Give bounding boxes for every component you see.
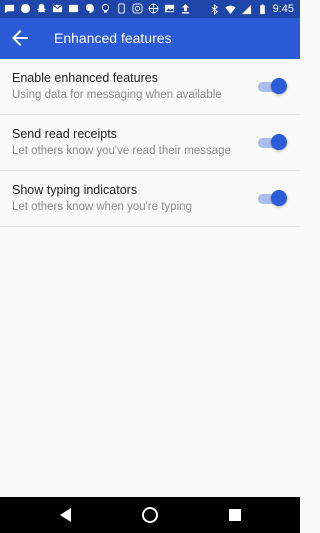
signal-icon — [241, 4, 252, 15]
snapchat-icon — [36, 3, 47, 14]
enable-enhanced-features-toggle[interactable] — [258, 78, 287, 96]
nav-home-icon — [142, 507, 158, 523]
messenger-icon — [20, 3, 31, 14]
toggle-thumb — [271, 190, 287, 206]
navigation-bar — [0, 497, 300, 533]
app-bar: Enhanced features — [0, 18, 300, 59]
nav-recents-button[interactable] — [225, 505, 245, 525]
basketball-icon — [148, 3, 159, 14]
setting-subtitle: Using data for messaging when available — [12, 89, 222, 101]
page-title: Enhanced features — [54, 30, 172, 46]
instagram-icon — [132, 3, 143, 14]
status-clock: 9:45 — [272, 3, 294, 15]
phone-icon — [116, 3, 127, 14]
upload-icon — [180, 3, 191, 14]
chat-icon — [4, 3, 15, 14]
battery-icon — [257, 3, 268, 15]
toggle-thumb — [271, 134, 287, 150]
arrow-back-icon — [12, 30, 28, 46]
status-bar: 9:45 — [0, 0, 300, 18]
back-button[interactable] — [8, 26, 32, 50]
setting-send-read-receipts[interactable]: Send read receipts Let others know you'v… — [0, 115, 300, 171]
gmail-icon — [52, 3, 63, 14]
setting-title: Send read receipts — [12, 127, 117, 141]
send-read-receipts-toggle[interactable] — [258, 134, 287, 152]
hangouts-icon — [84, 3, 95, 14]
toggle-thumb — [271, 78, 287, 94]
bulb-icon — [100, 3, 111, 14]
bluetooth-icon — [209, 3, 220, 15]
setting-show-typing-indicators[interactable]: Show typing indicators Let others know w… — [0, 171, 300, 227]
setting-subtitle: Let others know when you're typing — [12, 201, 192, 213]
nav-recents-icon — [229, 509, 241, 521]
image-icon — [164, 3, 175, 14]
nav-back-icon — [60, 508, 71, 522]
setting-title: Show typing indicators — [12, 183, 138, 197]
nav-home-button[interactable] — [140, 505, 160, 525]
notification-icons — [4, 3, 191, 14]
setting-subtitle: Let others know you've read their messag… — [12, 145, 231, 157]
setting-enable-enhanced-features[interactable]: Enable enhanced features Using data for … — [0, 59, 300, 115]
show-typing-indicators-toggle[interactable] — [258, 190, 287, 208]
nav-back-button[interactable] — [56, 505, 76, 525]
wallet-icon — [68, 3, 79, 14]
wifi-icon — [225, 4, 236, 15]
setting-title: Enable enhanced features — [12, 71, 158, 85]
system-icons: 9:45 — [209, 3, 294, 15]
